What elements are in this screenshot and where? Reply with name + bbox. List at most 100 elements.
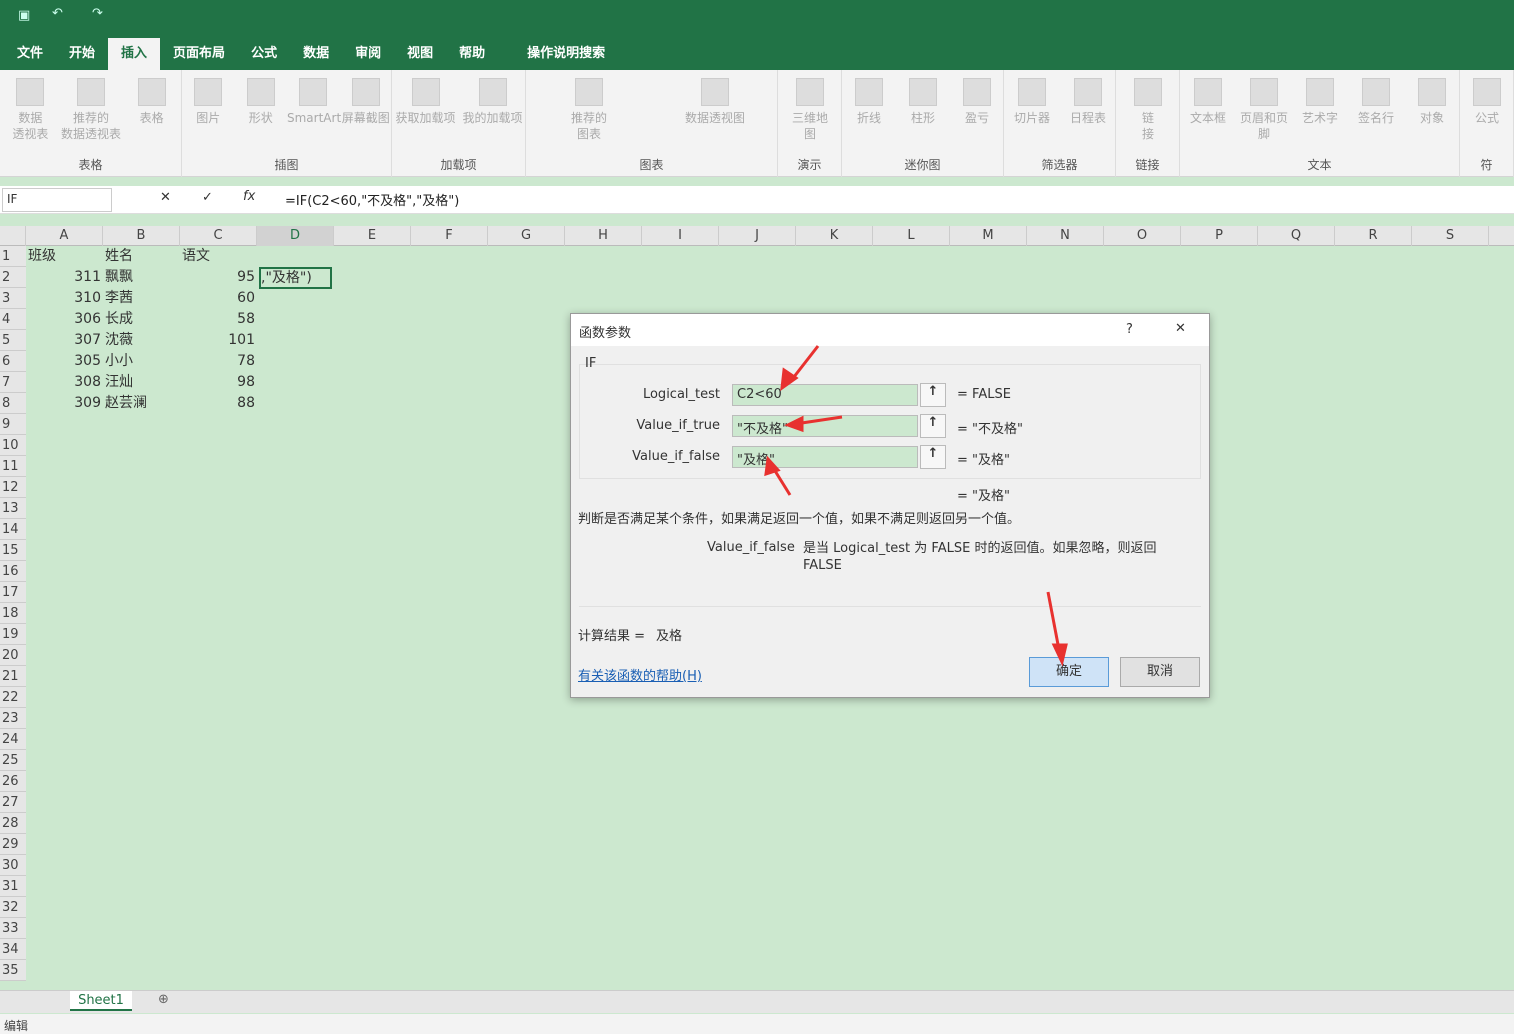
- ribbon-button[interactable]: 数据 透视表: [0, 78, 61, 142]
- column-header-A[interactable]: A: [26, 226, 103, 246]
- cell[interactable]: ,"及格"): [259, 267, 332, 289]
- column-header-I[interactable]: I: [642, 226, 719, 246]
- column-header-N[interactable]: N: [1027, 226, 1104, 246]
- cell[interactable]: [259, 246, 332, 267]
- row-header[interactable]: 31: [0, 876, 26, 897]
- row-header[interactable]: 8: [0, 393, 26, 414]
- cancel-button[interactable]: 取消: [1120, 657, 1200, 687]
- column-header-G[interactable]: G: [488, 226, 565, 246]
- column-header-C[interactable]: C: [180, 226, 257, 246]
- cell[interactable]: 310: [28, 288, 101, 309]
- ribbon-button[interactable]: 获取加载项: [392, 78, 459, 126]
- collapse-dialog-button[interactable]: ↑: [920, 414, 946, 438]
- row-header[interactable]: 10: [0, 435, 26, 456]
- arg-input[interactable]: C2<60: [732, 384, 918, 406]
- column-header-K[interactable]: K: [796, 226, 873, 246]
- column-header-J[interactable]: J: [719, 226, 796, 246]
- cell[interactable]: [259, 393, 332, 414]
- row-header[interactable]: 26: [0, 771, 26, 792]
- ribbon-button[interactable]: 表格: [121, 78, 182, 126]
- ribbon-button[interactable]: 盈亏: [950, 78, 1004, 126]
- row-header[interactable]: 2: [0, 267, 26, 288]
- ribbon-button[interactable]: 文本框: [1180, 78, 1236, 126]
- row-header[interactable]: 32: [0, 897, 26, 918]
- ribbon-button[interactable]: 日程表: [1060, 78, 1116, 126]
- cell[interactable]: 姓名: [105, 246, 178, 267]
- cell[interactable]: 60: [182, 288, 255, 309]
- cell[interactable]: 长成: [105, 309, 178, 330]
- ribbon-button[interactable]: 柱形: [896, 78, 950, 126]
- ribbon-button[interactable]: 推荐的 数据透视表: [61, 78, 122, 142]
- cell[interactable]: 306: [28, 309, 101, 330]
- row-header[interactable]: 29: [0, 834, 26, 855]
- row-header[interactable]: 20: [0, 645, 26, 666]
- cell[interactable]: 语文: [182, 246, 255, 267]
- tab-5[interactable]: 数据: [290, 38, 342, 70]
- cell[interactable]: 88: [182, 393, 255, 414]
- cell[interactable]: 沈薇: [105, 330, 178, 351]
- close-button[interactable]: ✕: [1175, 321, 1186, 336]
- cell[interactable]: 305: [28, 351, 101, 372]
- fx-icon[interactable]: fx: [243, 189, 255, 204]
- cell[interactable]: [259, 309, 332, 330]
- cell[interactable]: 飘飘: [105, 267, 178, 288]
- ribbon-button[interactable]: 屏幕截图: [340, 78, 393, 126]
- row-header[interactable]: 30: [0, 855, 26, 876]
- cell[interactable]: 汪灿: [105, 372, 178, 393]
- tab-6[interactable]: 审阅: [342, 38, 394, 70]
- arg-input[interactable]: "及格": [732, 446, 918, 468]
- cell[interactable]: 308: [28, 372, 101, 393]
- tab-3[interactable]: 页面布局: [160, 38, 238, 70]
- ribbon-button[interactable]: 三维地 图: [778, 78, 842, 142]
- collapse-dialog-button[interactable]: ↑: [920, 383, 946, 407]
- column-header-R[interactable]: R: [1335, 226, 1412, 246]
- save-icon[interactable]: ▣: [18, 8, 30, 23]
- tab-0[interactable]: 文件: [4, 38, 56, 70]
- collapse-dialog-button[interactable]: ↑: [920, 445, 946, 469]
- undo-icon[interactable]: ↶: [52, 6, 63, 21]
- row-header[interactable]: 24: [0, 729, 26, 750]
- column-header-E[interactable]: E: [334, 226, 411, 246]
- cell[interactable]: [259, 330, 332, 351]
- column-header-B[interactable]: B: [103, 226, 180, 246]
- column-header-Q[interactable]: Q: [1258, 226, 1335, 246]
- column-header-M[interactable]: M: [950, 226, 1027, 246]
- ribbon-button[interactable]: 图片: [182, 78, 235, 126]
- row-header[interactable]: 16: [0, 561, 26, 582]
- cell[interactable]: 309: [28, 393, 101, 414]
- row-header[interactable]: 35: [0, 960, 26, 981]
- help-button[interactable]: ?: [1126, 322, 1133, 337]
- ribbon-button[interactable]: 折线: [842, 78, 896, 126]
- cell[interactable]: 78: [182, 351, 255, 372]
- row-header[interactable]: 7: [0, 372, 26, 393]
- row-header[interactable]: 4: [0, 309, 26, 330]
- row-header[interactable]: 6: [0, 351, 26, 372]
- cell[interactable]: 李茜: [105, 288, 178, 309]
- row-header[interactable]: 25: [0, 750, 26, 771]
- column-header-L[interactable]: L: [873, 226, 950, 246]
- row-header[interactable]: 15: [0, 540, 26, 561]
- row-header[interactable]: 14: [0, 519, 26, 540]
- column-header-D[interactable]: D: [257, 226, 334, 246]
- ribbon-button[interactable]: SmartArt: [287, 78, 341, 126]
- row-header[interactable]: 1: [0, 246, 26, 267]
- ribbon-button[interactable]: 切片器: [1004, 78, 1060, 126]
- row-header[interactable]: 21: [0, 666, 26, 687]
- redo-icon[interactable]: ↷: [92, 6, 103, 21]
- row-header[interactable]: 3: [0, 288, 26, 309]
- cell[interactable]: 赵芸澜: [105, 393, 178, 414]
- tab-7[interactable]: 视图: [394, 38, 446, 70]
- column-header-F[interactable]: F: [411, 226, 488, 246]
- ribbon-button[interactable]: 公式: [1460, 78, 1514, 126]
- tab-4[interactable]: 公式: [238, 38, 290, 70]
- add-sheet-icon[interactable]: ⊕: [158, 992, 169, 1007]
- cell[interactable]: 98: [182, 372, 255, 393]
- cancel-icon[interactable]: ✕: [160, 190, 171, 205]
- column-header-H[interactable]: H: [565, 226, 642, 246]
- column-header-S[interactable]: S: [1412, 226, 1489, 246]
- select-all[interactable]: [0, 226, 26, 246]
- row-header[interactable]: 17: [0, 582, 26, 603]
- cell[interactable]: 307: [28, 330, 101, 351]
- row-header[interactable]: 33: [0, 918, 26, 939]
- sheet-tab[interactable]: Sheet1: [70, 991, 132, 1011]
